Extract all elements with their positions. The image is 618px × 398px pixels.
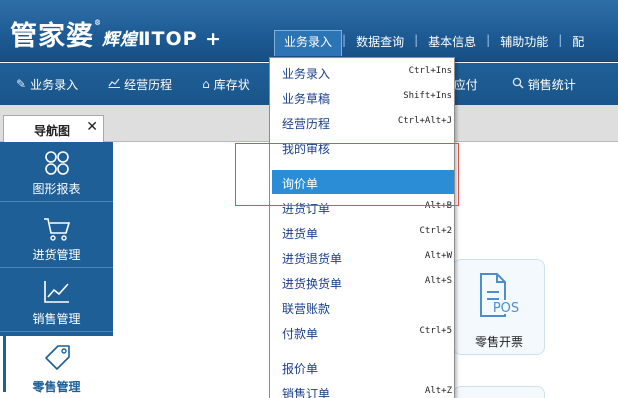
content-tile[interactable] <box>453 386 545 398</box>
menu-separator <box>272 163 452 164</box>
menu-item-sales-order[interactable]: 销售订单 Alt+Z <box>270 380 454 398</box>
home-icon: ⌂ <box>202 77 210 91</box>
menu-item-joint-account[interactable]: 联营账款 <box>270 295 454 319</box>
line-chart-icon <box>108 77 121 91</box>
toolbar-label: 业务录入 <box>30 77 79 92</box>
left-nav: 图形报表 进货管理 销售管理 零售管理 <box>0 142 113 398</box>
nav-label: 图形报表 <box>32 182 81 196</box>
pos-receipt-icon: POS <box>480 273 523 317</box>
close-icon[interactable]: ✕ <box>86 119 98 135</box>
top-menu-aux-functions[interactable]: 辅助功能 <box>490 33 558 56</box>
app-logo: 管家婆®辉煌ⅡTOP + <box>10 18 223 52</box>
nav-label: 进货管理 <box>32 248 81 262</box>
toolbar-business-history[interactable]: 经营历程 <box>92 63 186 105</box>
tab-label: 导航图 <box>34 124 71 138</box>
toolbar-label: 库存状 <box>213 77 250 92</box>
retail-invoice-tile[interactable]: POS 零售开票 <box>453 259 545 355</box>
menu-item-quotation[interactable]: 报价单 <box>270 355 454 379</box>
menu-item-purchase-order[interactable]: 进货订单 Alt+B <box>270 195 454 219</box>
top-menu-basic-info[interactable]: 基本信息 <box>418 33 486 56</box>
top-menu-config[interactable]: 配 <box>562 33 594 56</box>
nav-retail-management[interactable]: 零售管理 <box>0 336 113 398</box>
menu-item-my-review[interactable]: 我的审核 <box>270 135 454 159</box>
grid-icon <box>45 151 69 175</box>
nav-sales-management[interactable]: 销售管理 <box>0 272 113 332</box>
top-menu: 业务录入 | 数据查询 | 基本信息 | 辅助功能 | 配 <box>274 30 594 56</box>
top-menu-data-query[interactable]: 数据查询 <box>346 33 414 56</box>
menu-separator <box>272 348 452 349</box>
title-bar: 管家婆®辉煌ⅡTOP + 业务录入 | 数据查询 | 基本信息 | 辅助功能 |… <box>0 0 618 62</box>
menu-item-business-entry[interactable]: 业务录入 Ctrl+Ins <box>270 60 454 84</box>
tile-label: 零售开票 <box>474 335 523 349</box>
toolbar-inventory[interactable]: ⌂ 库存状 <box>186 63 264 105</box>
toolbar-label: 销售统计 <box>527 77 576 92</box>
search-icon <box>512 77 524 92</box>
toolbar-label: 应付 <box>453 77 478 92</box>
nav-label: 销售管理 <box>32 312 81 326</box>
line-chart-icon <box>44 281 69 303</box>
toolbar-sales-stats[interactable]: 销售统计 <box>492 63 590 105</box>
menu-item-inquiry-form[interactable]: 询价单 <box>272 170 454 194</box>
menu-item-business-draft[interactable]: 业务草稿 Shift+Ins <box>270 85 454 109</box>
toolbar-label: 经营历程 <box>124 77 173 92</box>
top-menu-business-entry[interactable]: 业务录入 <box>274 30 343 56</box>
edit-icon: ✎ <box>16 77 27 91</box>
menu-item-purchase-return[interactable]: 进货退货单 Alt+W <box>270 245 454 269</box>
nav-label: 零售管理 <box>32 380 81 394</box>
cart-icon <box>44 218 71 241</box>
menu-item-purchase-slip[interactable]: 进货单 Ctrl+2 <box>270 220 454 244</box>
business-entry-dropdown: 业务录入 Ctrl+Ins 业务草稿 Shift+Ins 经营历程 Ctrl+Alt+… <box>269 57 455 398</box>
menu-item-payment-slip[interactable]: 付款单 Ctrl+5 <box>270 320 454 344</box>
svg-text:POS: POS <box>493 301 519 316</box>
nav-graph-reports[interactable]: 图形报表 <box>0 142 113 202</box>
menu-item-business-history[interactable]: 经营历程 Ctrl+Alt+J <box>270 110 454 134</box>
tab-navigation-map[interactable]: 导航图 ✕ <box>3 115 104 143</box>
nav-purchase-management[interactable]: 进货管理 <box>0 208 113 268</box>
menu-item-purchase-exchange[interactable]: 进货换货单 Alt+S <box>270 270 454 294</box>
price-tag-icon <box>45 345 70 370</box>
toolbar-business-entry[interactable]: ✎ 业务录入 <box>0 63 92 105</box>
